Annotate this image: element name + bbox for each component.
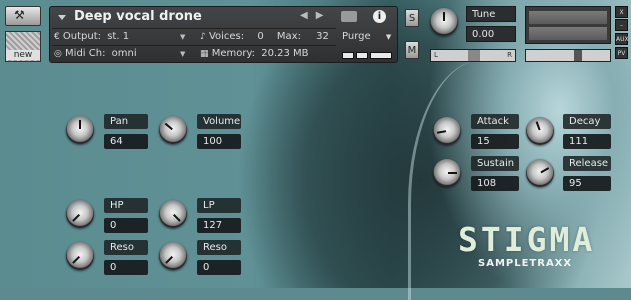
purge-label: Purge — [342, 31, 371, 42]
reso-value-hp[interactable]: 0 — [104, 260, 148, 275]
voices-icon: ♪ — [200, 32, 206, 42]
purge-indicator — [356, 52, 368, 59]
mute-button[interactable]: M — [405, 41, 419, 59]
output-row[interactable]: € Output: st. 1 — [54, 31, 129, 42]
solo-button[interactable]: S — [405, 9, 419, 27]
memory-row: ▦ Memory: 20.23 MB — [200, 48, 309, 59]
volume-value[interactable]: 100 — [197, 134, 241, 149]
instrument-nav-arrows[interactable]: ◀▶ — [300, 10, 331, 21]
output-value: st. 1 — [107, 31, 130, 42]
midi-dropdown-icon[interactable]: ▼ — [180, 50, 185, 58]
pan-value[interactable]: 64 — [104, 134, 148, 149]
next-arrow-icon[interactable]: ▶ — [316, 10, 332, 21]
pan-knob[interactable] — [66, 116, 94, 144]
close-button[interactable]: X — [615, 6, 628, 18]
max-value[interactable]: 32 — [316, 31, 329, 42]
pv-button[interactable]: PV — [615, 47, 628, 59]
divider — [52, 45, 336, 46]
tune-value[interactable]: 0.00 — [466, 26, 516, 42]
hp-value[interactable]: 0 — [104, 218, 148, 233]
volume-slider[interactable] — [525, 49, 611, 62]
sampletraxx-logo: SAMPLETRAXX — [478, 258, 573, 269]
reso-label-hp: Reso — [104, 240, 148, 255]
pan-left-label: L — [434, 51, 438, 59]
aux-button[interactable]: AUX — [615, 33, 629, 45]
memory-icon: ▦ — [200, 49, 209, 59]
new-instrument-button[interactable]: new — [5, 31, 41, 62]
lp-knob[interactable] — [159, 200, 187, 228]
max-label: Max: — [276, 31, 301, 42]
lp-label: LP — [197, 198, 241, 213]
wrench-icon: ⚒ — [14, 8, 25, 22]
voices-row: ♪ Voices: 0 Max: 32 — [200, 31, 329, 42]
voices-value: 0 — [257, 31, 264, 42]
wrench-button[interactable]: ⚒ — [5, 6, 41, 26]
reso-knob-hp[interactable] — [66, 242, 94, 270]
reso-label-lp: Reso — [197, 240, 241, 255]
prev-arrow-icon[interactable]: ◀ — [300, 10, 316, 21]
instrument-name[interactable]: Deep vocal drone — [74, 9, 202, 24]
midi-icon: ◎ — [54, 49, 62, 59]
midi-label: Midi Ch: — [65, 48, 106, 59]
attack-knob[interactable] — [433, 117, 461, 145]
release-knob[interactable] — [526, 159, 554, 187]
pan-slider[interactable]: L R — [430, 49, 516, 62]
reso-value-lp[interactable]: 0 — [197, 260, 241, 275]
volume-slider-handle[interactable] — [574, 50, 582, 61]
camera-icon[interactable] — [341, 11, 357, 22]
lp-value[interactable]: 127 — [197, 218, 241, 233]
sustain-value[interactable]: 108 — [471, 176, 519, 191]
sustain-knob[interactable] — [433, 159, 461, 187]
voices-label: Voices: — [208, 31, 245, 42]
level-meter — [525, 6, 611, 44]
attack-label: Attack — [471, 114, 519, 129]
volume-knob[interactable] — [159, 116, 187, 144]
output-icon: € — [54, 32, 60, 42]
decay-label: Decay — [563, 114, 611, 129]
midi-value: omni — [111, 48, 137, 59]
minimize-button[interactable]: – — [615, 19, 628, 31]
hp-label: HP — [104, 198, 148, 213]
decay-value[interactable]: 111 — [563, 134, 611, 149]
reso-knob-lp[interactable] — [159, 242, 187, 270]
collapse-triangle-icon[interactable] — [58, 15, 66, 20]
decay-knob[interactable] — [526, 117, 554, 145]
meter-bar-left — [529, 11, 607, 24]
midi-row[interactable]: ◎ Midi Ch: omni — [54, 48, 137, 59]
pan-label: Pan — [104, 114, 148, 129]
memory-value: 20.23 MB — [261, 48, 309, 59]
memory-label: Memory: — [211, 48, 256, 59]
info-icon[interactable]: i — [373, 10, 386, 23]
hp-knob[interactable] — [66, 200, 94, 228]
divider — [52, 28, 336, 29]
purge-menu[interactable]: Purge ▼ — [342, 31, 391, 42]
purge-dropdown-icon: ▼ — [385, 33, 392, 41]
sustain-label: Sustain — [471, 156, 519, 171]
purge-indicator — [370, 52, 392, 59]
output-dropdown-icon[interactable]: ▼ — [180, 33, 185, 41]
new-label: new — [6, 50, 40, 60]
pan-slider-handle[interactable] — [468, 50, 480, 61]
meter-bar-right — [529, 27, 607, 40]
release-value[interactable]: 95 — [563, 176, 611, 191]
output-label: Output: — [62, 31, 102, 42]
release-label: Release — [563, 156, 611, 171]
tune-knob[interactable] — [430, 8, 458, 36]
attack-value[interactable]: 15 — [471, 134, 519, 149]
volume-label: Volume — [197, 114, 241, 129]
stigma-logo: STIGMA — [458, 220, 596, 259]
pan-right-label: R — [507, 51, 512, 59]
purge-indicator — [342, 52, 354, 59]
tune-label: Tune — [466, 6, 516, 22]
